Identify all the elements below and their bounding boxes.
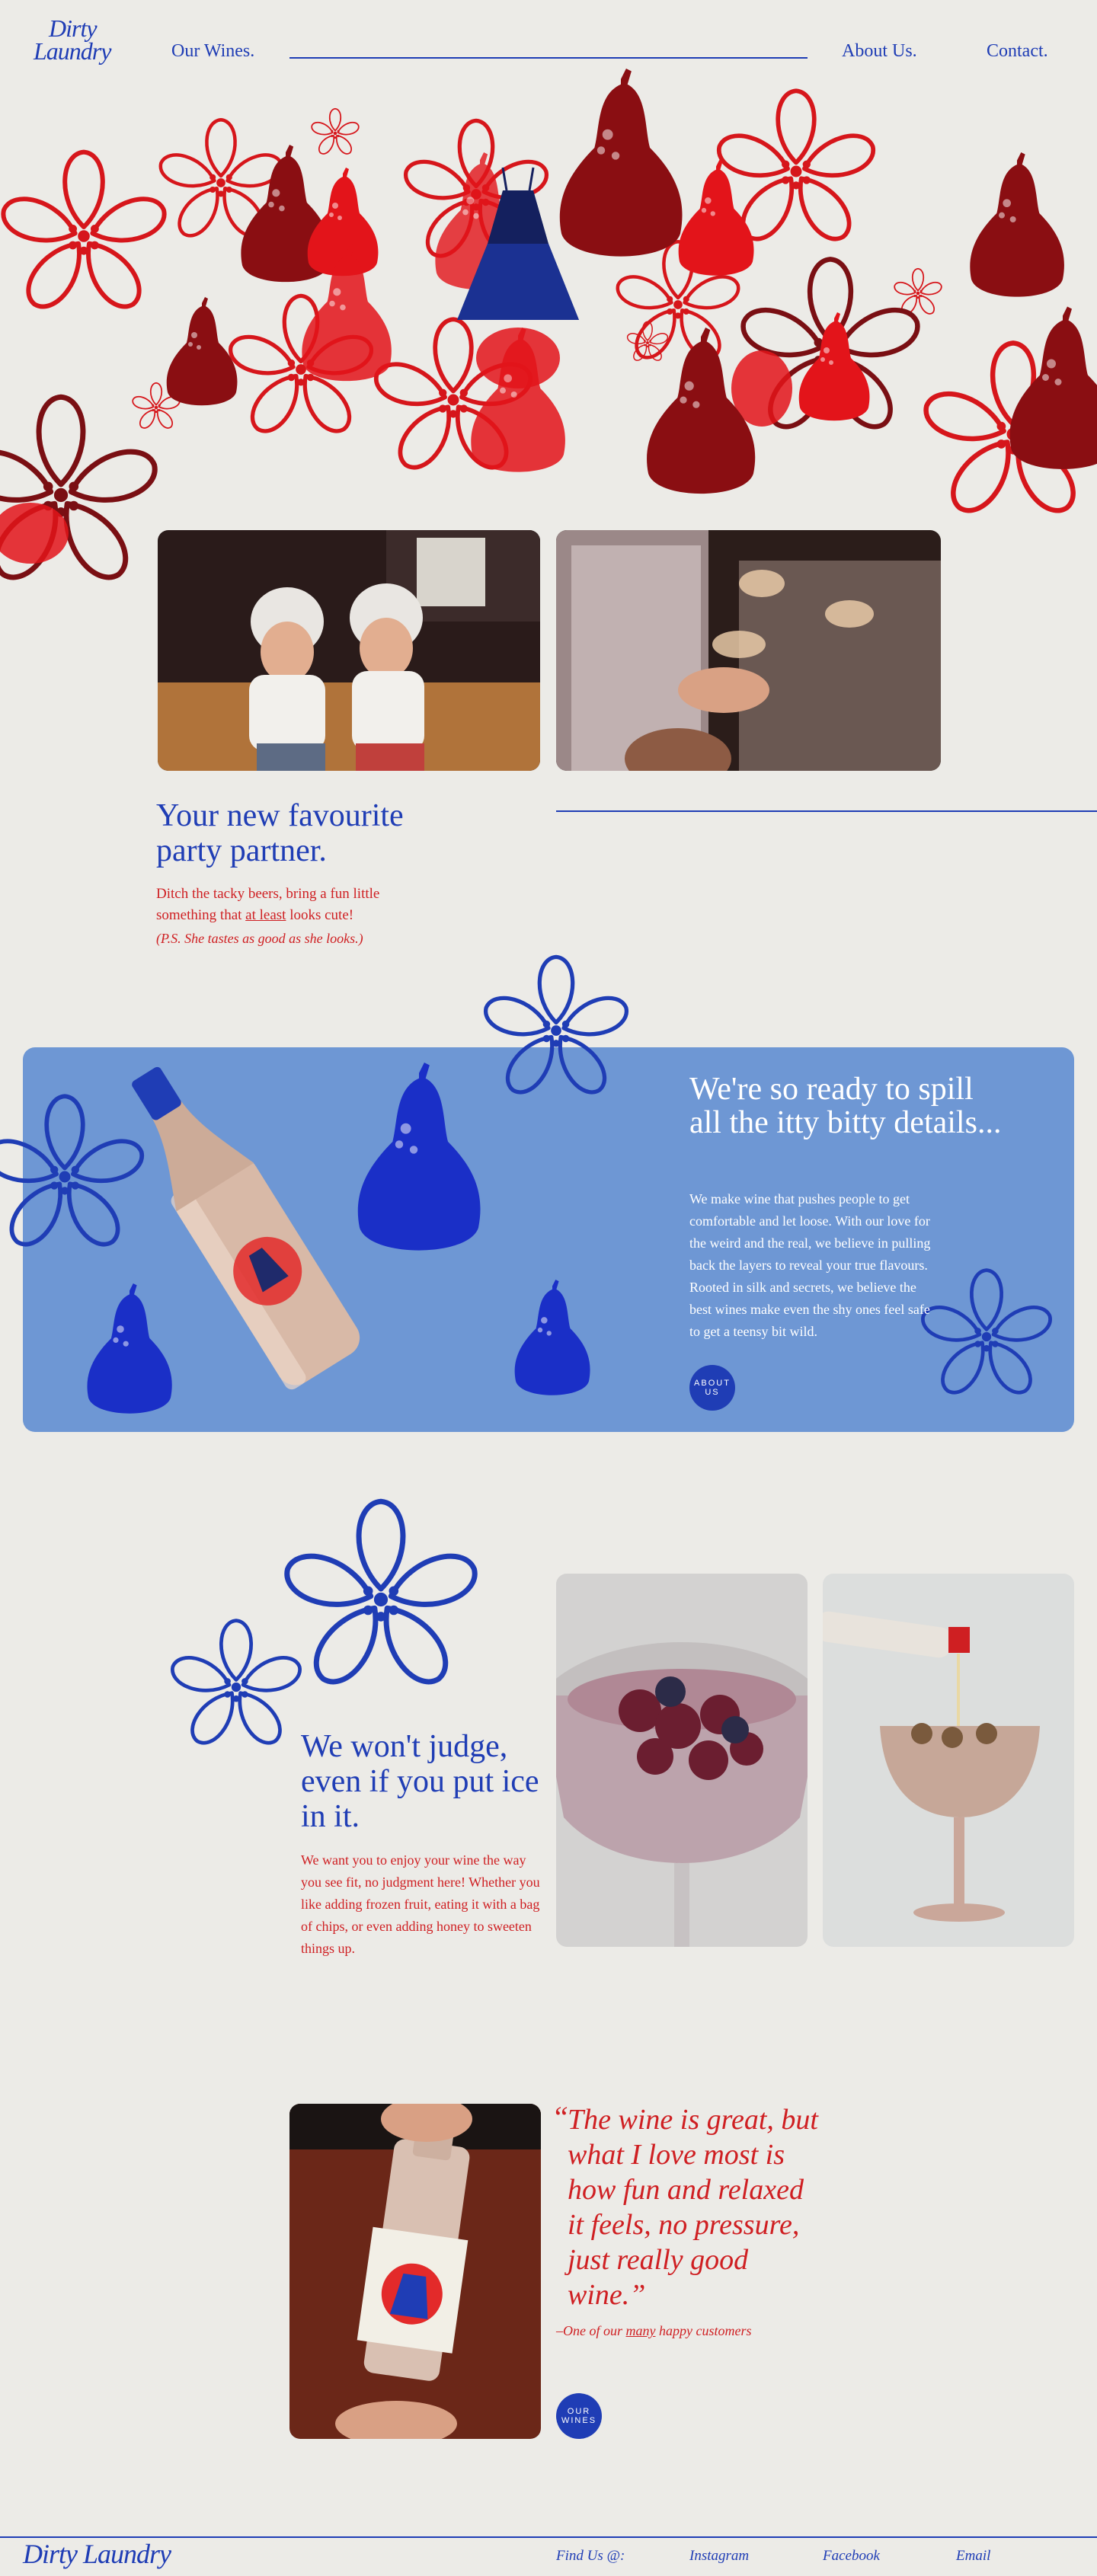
footer-logo[interactable]: Dirty Laundry [23,2538,171,2570]
our-wines-button[interactable]: OUR WINES [556,2393,602,2439]
party-ps: (P.S. She tastes as good as she looks.) [156,931,363,946]
footer-facebook-link[interactable]: Facebook [823,2548,880,2565]
section-divider [556,810,1097,812]
pear-icon [514,1280,590,1395]
pouring-wine-photo [823,1574,1074,1947]
testimonial-quote: The wine is great, but what I love most … [568,2104,818,2311]
judge-heading: We won't judge, even if you put ice in i… [301,1729,539,1834]
nav-contact[interactable]: Contact. [987,41,1048,62]
bottle-hand-photo [289,2104,541,2439]
party-photo-friends [158,530,540,771]
party-body-underline: at least [245,907,286,923]
nav-divider [289,57,808,59]
flower-icon [309,107,361,158]
frozen-berries-photo [556,1574,808,1947]
party-heading: Your new favourite party partner. [156,798,404,868]
footer-email-link[interactable]: Email [956,2548,990,2565]
banner-title: We're so ready to spill all the itty bit… [689,1072,1002,1140]
quote-mark: “ [552,2100,569,2134]
attr-underline: many [625,2323,656,2338]
party-heading-line-1: Your new favourite [156,798,404,833]
logo-line-2: Laundry [34,37,111,65]
footer-instagram-link[interactable]: Instagram [689,2548,749,2565]
banner-body: We make wine that pushes people to get c… [689,1191,931,1339]
pear-icon [559,69,683,257]
flower-icon [160,1615,312,1759]
nav-our-wines[interactable]: Our Wines. [171,41,254,62]
attr-text-1: –One of our [556,2323,626,2338]
pear-icon [166,297,238,406]
footer-find-us: Find Us @: [556,2548,625,2564]
judge-body: We want you to enjoy your wine the way y… [301,1852,540,1956]
flower-icon [449,951,663,1111]
flower-icon [0,152,170,315]
pear-icon [970,152,1064,297]
logo-line-1: Dirty [49,14,98,42]
attr-text-2: happy customers [655,2323,752,2338]
logo[interactable]: Dirty Laundry [34,14,133,65]
party-body-text-2: looks cute! [286,907,354,923]
testimonial-attribution: –One of our many happy customers [556,2323,751,2339]
nav-about[interactable]: About Us. [842,41,917,62]
pear-icon [87,1283,172,1414]
party-photo-toast [556,530,941,771]
party-body: Ditch the tacky beers, bring a fun littl… [156,884,408,926]
about-us-button[interactable]: ABOUT US [689,1365,735,1411]
party-heading-line-2: party partner. [156,833,327,868]
pear-icon [1009,306,1097,469]
flower-icon [0,1089,152,1264]
